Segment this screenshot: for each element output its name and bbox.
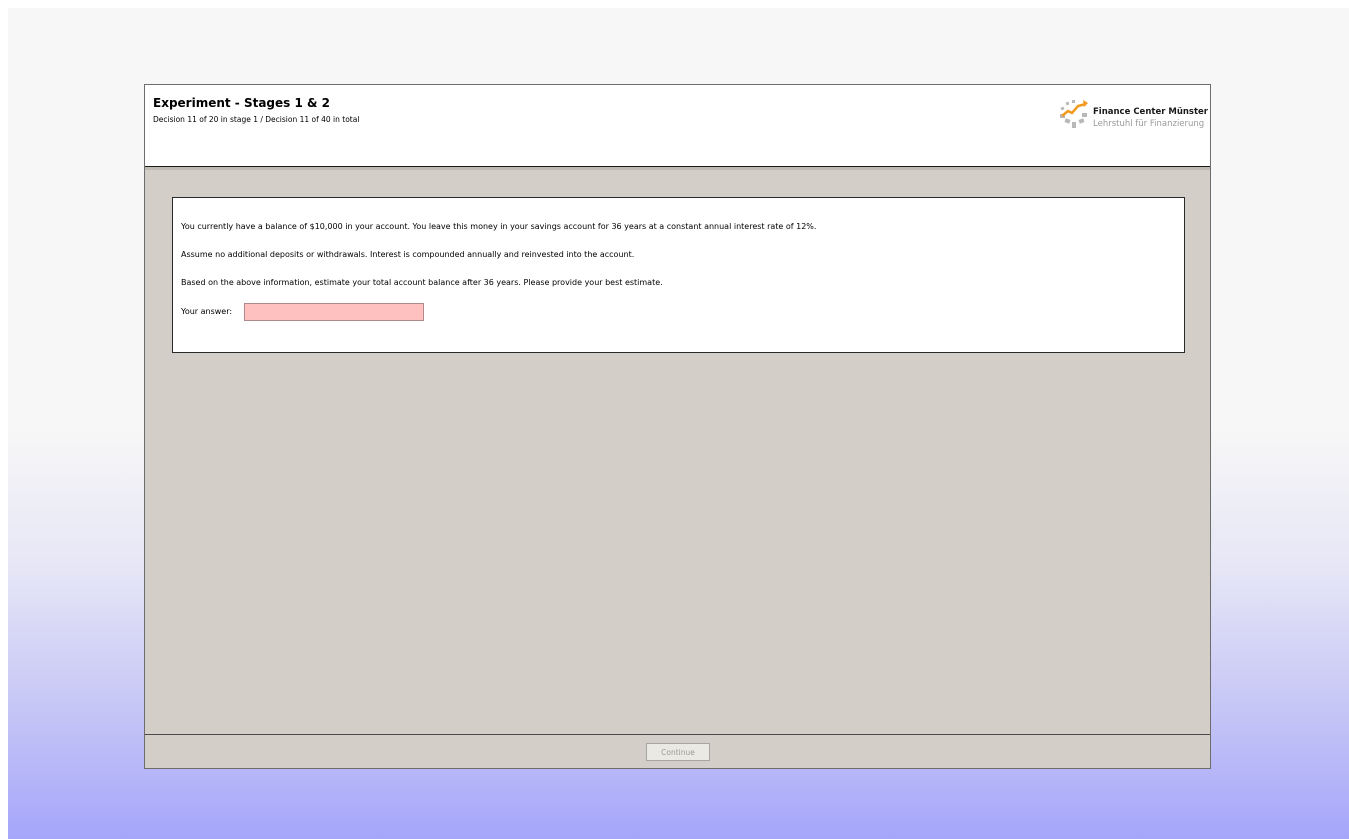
footer-bar: Continue — [145, 734, 1210, 768]
question-text-assumption: Assume no additional deposits or withdra… — [181, 250, 635, 259]
header: Experiment - Stages 1 & 2 Decision 11 of… — [145, 85, 1210, 167]
finance-center-logo: Finance Center Münster Lehrstuhl für Fin… — [1055, 97, 1208, 133]
logo-subtitle: Lehrstuhl für Finanzierung — [1093, 119, 1205, 129]
page-title: Experiment - Stages 1 & 2 — [153, 96, 330, 110]
finance-center-logo-icon — [1060, 100, 1088, 128]
answer-label: Your answer: — [181, 307, 233, 316]
question-text-balance: You currently have a balance of $10,000 … — [181, 222, 817, 231]
decision-progress: Decision 11 of 20 in stage 1 / Decision … — [153, 115, 360, 124]
logo-name: Finance Center Münster — [1093, 107, 1208, 117]
question-panel: You currently have a balance of $10,000 … — [172, 197, 1185, 353]
question-text-instruction: Based on the above information, estimate… — [181, 278, 663, 287]
content-divider — [145, 167, 1210, 170]
continue-button[interactable]: Continue — [646, 743, 710, 761]
answer-input[interactable] — [244, 303, 424, 321]
experiment-window: Experiment - Stages 1 & 2 Decision 11 of… — [144, 84, 1211, 769]
